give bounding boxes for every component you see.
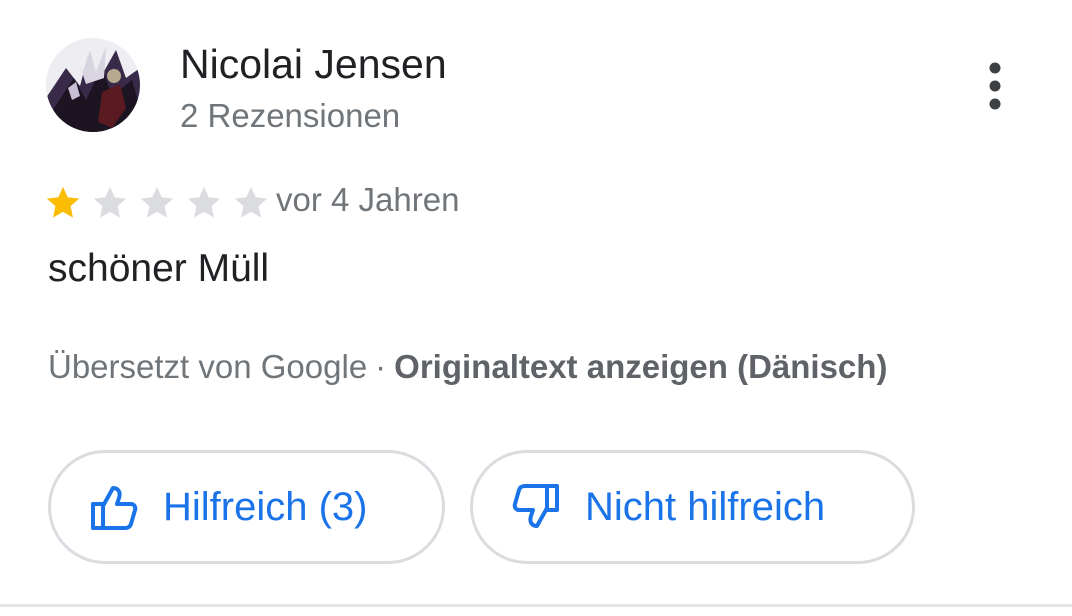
review-date: vor 4 Jahren: [276, 181, 460, 218]
more-options-button[interactable]: [970, 58, 1020, 114]
helpful-label: Hilfreich (3): [163, 485, 368, 529]
divider: [0, 604, 1072, 607]
not-helpful-label: Nicht hilfreich: [585, 485, 826, 529]
translation-note: Übersetzt von Google · Originaltext anzeig…: [48, 346, 887, 388]
thumb-down-icon: [512, 484, 559, 528]
review-card: Nicolai Jensen 2 Rezensionen vor 4 Jahre…: [0, 0, 1072, 604]
show-original-link[interactable]: Originaltext anzeigen (Dänisch): [394, 348, 887, 385]
thumb-up-icon: [91, 486, 138, 530]
author-review-count: 2 Rezensionen: [180, 97, 401, 134]
avatar[interactable]: [46, 38, 140, 132]
star-rating: [44, 184, 270, 222]
avatar-image: [46, 38, 140, 132]
helpful-button[interactable]: Hilfreich (3): [48, 450, 445, 564]
translated-by-label: Übersetzt von Google: [48, 348, 368, 385]
star-empty-icon: [140, 186, 174, 218]
star-empty-icon: [187, 186, 221, 218]
not-helpful-button[interactable]: Nicht hilfreich: [470, 450, 915, 564]
star-filled-icon: [46, 186, 80, 218]
separator-dot: ·: [375, 348, 387, 385]
more-vert-icon: [989, 62, 1001, 110]
review-text: schöner Müll: [48, 247, 270, 290]
star-empty-icon: [234, 186, 268, 218]
star-empty-icon: [93, 186, 127, 218]
author-name[interactable]: Nicolai Jensen: [180, 40, 447, 88]
